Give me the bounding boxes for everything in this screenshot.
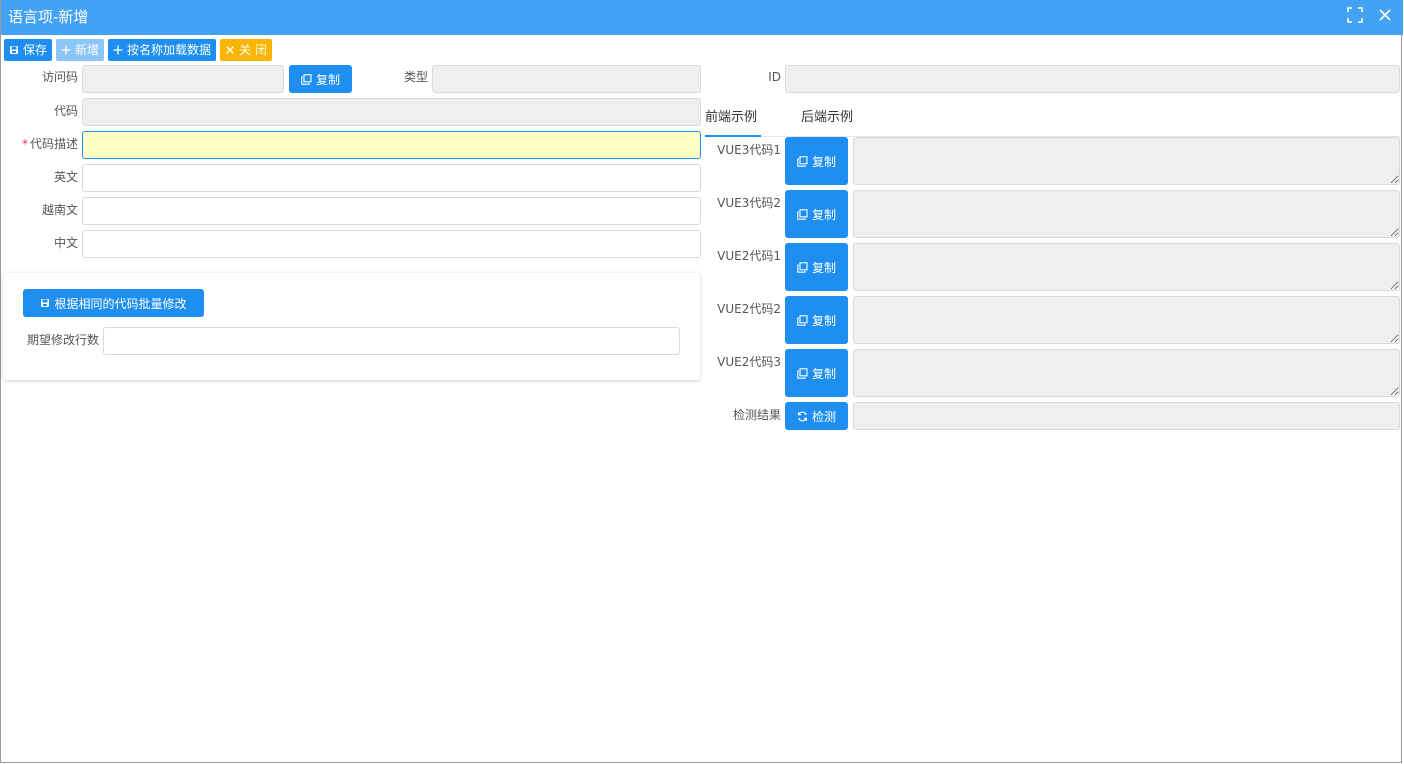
- close-icon[interactable]: [1375, 5, 1395, 25]
- copy-icon: [797, 155, 808, 167]
- code-desc-input[interactable]: [82, 131, 701, 159]
- code-desc-label: * 代码描述: [9, 137, 78, 151]
- copy-button-label: 复制: [811, 313, 836, 328]
- english-input[interactable]: [82, 164, 701, 192]
- close-button[interactable]: 关 闭: [220, 39, 272, 61]
- chinese-label: 中文: [53, 236, 78, 250]
- batch-modify-button-label: 根据相同的代码批量修改: [54, 296, 187, 311]
- id-input[interactable]: [785, 65, 1400, 93]
- copy-button-label: 复制: [811, 260, 836, 275]
- save-icon: [40, 298, 50, 308]
- copy-access-code-button[interactable]: 复制: [289, 65, 352, 93]
- copy-button-label: 复制: [811, 366, 836, 381]
- plus-icon: [113, 45, 123, 55]
- plus-icon: [61, 45, 71, 55]
- copy-button-label: 复制: [315, 72, 340, 87]
- vietnamese-input[interactable]: [82, 197, 701, 225]
- fullscreen-icon[interactable]: [1345, 5, 1365, 25]
- code-sample-textarea[interactable]: [853, 190, 1400, 238]
- code-sample-label: VUE3代码2: [717, 196, 781, 210]
- check-button-label: 检测: [811, 409, 836, 424]
- check-result-label: 检测结果: [732, 408, 781, 422]
- code-label: 代码: [53, 104, 78, 118]
- vietnamese-label: 越南文: [41, 203, 78, 217]
- access-code-input[interactable]: [82, 65, 284, 93]
- save-button[interactable]: 保存: [4, 39, 53, 61]
- save-icon: [9, 45, 19, 55]
- load-by-name-button[interactable]: 按名称加载数据: [108, 39, 217, 61]
- tab-frontend-sample[interactable]: 前端示例: [705, 110, 757, 126]
- chinese-input[interactable]: [82, 230, 701, 258]
- close-button-label: 关 闭: [239, 43, 267, 57]
- new-button-label: 新增: [75, 43, 100, 57]
- copy-code-sample-button[interactable]: 复制: [785, 137, 848, 185]
- copy-code-sample-button[interactable]: 复制: [785, 296, 848, 344]
- type-input[interactable]: [432, 65, 701, 93]
- toolbar: 保存 新增 按名称加载数据 关 闭: [4, 39, 272, 61]
- dialog-window: 语言项-新增 保存 新增 按名称加载数据 关 闭 访问码 复制 类型 ID 代码…: [0, 0, 1403, 763]
- code-sample-textarea[interactable]: [853, 349, 1400, 397]
- copy-code-sample-button[interactable]: 复制: [785, 243, 848, 291]
- english-label: 英文: [53, 170, 78, 184]
- copy-icon: [797, 261, 808, 273]
- copy-button-label: 复制: [811, 207, 836, 222]
- required-mark: *: [21, 137, 28, 151]
- code-desc-label-text: 代码描述: [29, 137, 78, 151]
- window-title: 语言项-新增: [8, 8, 89, 26]
- new-button[interactable]: 新增: [56, 39, 105, 61]
- copy-icon: [797, 314, 808, 326]
- copy-icon: [301, 73, 312, 85]
- check-button[interactable]: 检测: [785, 402, 848, 430]
- refresh-icon: [797, 411, 808, 422]
- id-label: ID: [768, 70, 781, 84]
- copy-code-sample-button[interactable]: 复制: [785, 190, 848, 238]
- code-sample-label: VUE3代码1: [717, 143, 781, 157]
- batch-modify-button[interactable]: 根据相同的代码批量修改: [23, 289, 204, 317]
- type-label: 类型: [403, 70, 428, 84]
- copy-icon: [797, 208, 808, 220]
- title-bar: 语言项-新增: [1, 0, 1403, 35]
- expected-rows-label: 期望修改行数: [26, 333, 99, 347]
- code-sample-label: VUE2代码3: [717, 355, 781, 369]
- check-result-input[interactable]: [853, 402, 1400, 430]
- code-input[interactable]: [82, 98, 701, 126]
- load-by-name-button-label: 按名称加载数据: [127, 43, 212, 57]
- code-sample-label: VUE2代码1: [717, 249, 781, 263]
- copy-button-label: 复制: [811, 154, 836, 169]
- active-tab-indicator: [705, 135, 761, 137]
- code-sample-textarea[interactable]: [853, 296, 1400, 344]
- tab-backend-sample[interactable]: 后端示例: [801, 110, 853, 126]
- times-icon: [225, 45, 235, 55]
- copy-code-sample-button[interactable]: 复制: [785, 349, 848, 397]
- save-button-label: 保存: [23, 43, 48, 57]
- access-code-label: 访问码: [41, 70, 78, 84]
- code-sample-textarea[interactable]: [853, 137, 1400, 185]
- expected-rows-input[interactable]: [103, 327, 680, 355]
- code-sample-textarea[interactable]: [853, 243, 1400, 291]
- code-sample-label: VUE2代码2: [717, 302, 781, 316]
- copy-icon: [797, 367, 808, 379]
